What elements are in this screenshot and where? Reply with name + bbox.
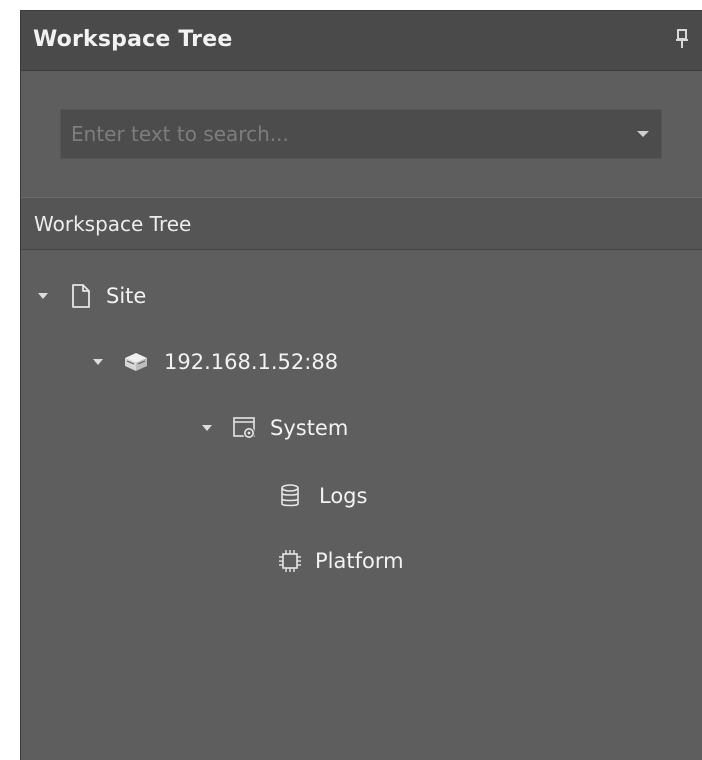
tree-node-label: Platform <box>315 549 404 573</box>
panel-titlebar: Workspace Tree <box>21 11 702 71</box>
search-area <box>21 71 702 197</box>
database-icon <box>277 483 303 509</box>
expand-arrow-icon[interactable] <box>202 425 212 431</box>
pin-icon[interactable] <box>674 29 690 49</box>
workspace-tree-panel: Workspace Tree Workspace Tree <box>20 10 702 760</box>
server-icon <box>123 349 149 375</box>
search-input[interactable] <box>61 110 621 158</box>
tree-node-site[interactable]: Site <box>38 274 146 318</box>
document-icon <box>68 283 94 309</box>
tree-node-label: Site <box>106 284 147 308</box>
tree-node-logs[interactable]: Logs <box>277 474 367 518</box>
panel-title: Workspace Tree <box>33 27 233 52</box>
chip-icon <box>277 548 303 574</box>
tree-node-system[interactable]: System <box>202 406 348 450</box>
search-combobox[interactable] <box>60 109 662 159</box>
chevron-down-icon[interactable] <box>637 131 649 137</box>
expand-arrow-icon[interactable] <box>38 293 48 299</box>
tree-node-server[interactable]: 192.168.1.52:88 <box>93 340 338 384</box>
tree-section-header: Workspace Tree <box>21 197 702 250</box>
tree-node-label: System <box>270 416 349 440</box>
tree-section-title: Workspace Tree <box>34 212 192 236</box>
tree-node-platform[interactable]: Platform <box>277 539 404 583</box>
system-settings-icon <box>232 415 258 441</box>
tree-node-label: 192.168.1.52:88 <box>164 350 339 374</box>
tree-node-label: Logs <box>319 484 368 508</box>
expand-arrow-icon[interactable] <box>93 359 103 365</box>
